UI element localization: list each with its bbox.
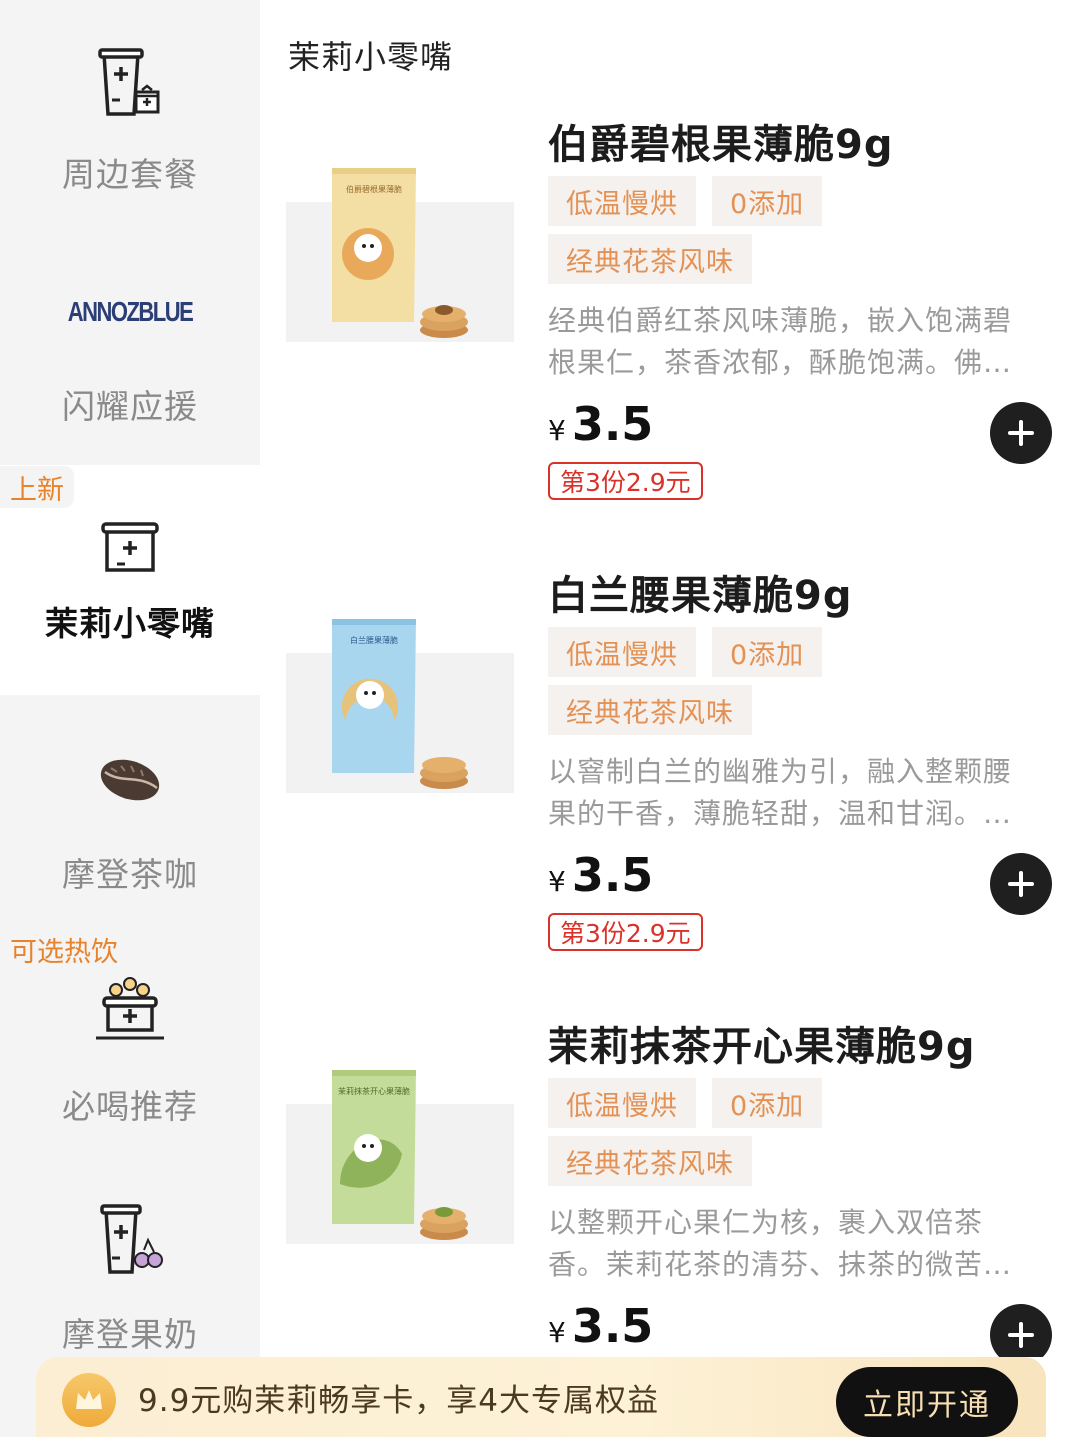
category-sidebar: 周边套餐 ANNOZBLUE 闪耀应援 茉莉小零嘴 上新 摩登茶咖 可选热饮 必… xyxy=(0,0,260,1437)
product-tag: 低温慢烘 xyxy=(548,1078,696,1128)
sidebar-item-label: 必喝推荐 xyxy=(62,1087,198,1126)
product-price: ¥ 3.5 xyxy=(548,1299,653,1353)
promo-badge: 第3份2.9元 xyxy=(548,462,703,500)
currency-symbol: ¥ xyxy=(548,1316,566,1349)
membership-banner[interactable]: 9.9元购茉莉畅享卡，享4大专属权益 立即开通 xyxy=(36,1357,1046,1437)
product-tag: 低温慢烘 xyxy=(548,627,696,677)
sidebar-item-label: 周边套餐 xyxy=(62,155,198,194)
description-line: 果的干香，薄脆轻甜，温和甘润。… xyxy=(548,797,1013,830)
product-tag: 0添加 xyxy=(712,176,823,226)
product-tag: 0添加 xyxy=(712,627,823,677)
plus-icon xyxy=(1008,1322,1034,1348)
package-label: 茉莉抹茶开心果薄脆 xyxy=(338,1086,410,1096)
description-line: 以窨制白兰的幽雅为引，融入整颗腰 xyxy=(548,755,1013,788)
product-image: 白兰腰果薄脆 xyxy=(286,613,514,793)
new-badge: 上新 xyxy=(0,466,74,508)
product-name: 白兰腰果薄脆9g xyxy=(548,573,853,619)
description-line: 根果仁，茶香浓郁，酥脆饱满。佛… xyxy=(548,346,1013,379)
sidebar-item-label: 摩登果奶 xyxy=(62,1315,198,1354)
add-to-cart-button[interactable] xyxy=(990,402,1052,464)
flower-cup-icon xyxy=(85,972,175,1052)
sidebar-item-label: 摩登茶咖 xyxy=(62,855,198,894)
product-price: ¥ 3.5 xyxy=(548,397,653,451)
sidebar-item-cheer-support[interactable]: ANNOZBLUE 闪耀应援 xyxy=(0,272,260,462)
product-card[interactable]: 茉莉抹茶开心果薄脆 茉莉抹茶开心果薄脆9g 低温慢烘 0添加 经典花茶风味 以整… xyxy=(286,1014,1066,1357)
add-to-cart-button[interactable] xyxy=(990,1304,1052,1357)
product-card[interactable]: 伯爵碧根果薄脆 伯爵碧根果薄脆9g 低温慢烘 0添加 经典花茶风味 经典伯爵红茶… xyxy=(286,112,1066,552)
product-name: 伯爵碧根果薄脆9g xyxy=(548,122,894,168)
activate-now-button[interactable]: 立即开通 xyxy=(836,1367,1018,1437)
product-tag: 经典花茶风味 xyxy=(548,685,752,735)
sidebar-item-modern-tea-coffee[interactable]: 摩登茶咖 xyxy=(0,740,260,920)
snack-bowl-icon xyxy=(85,507,175,587)
product-tag: 经典花茶风味 xyxy=(548,234,752,284)
product-image: 茉莉抹茶开心果薄脆 xyxy=(286,1064,514,1244)
product-tag: 0添加 xyxy=(712,1078,823,1128)
product-card[interactable]: 白兰腰果薄脆 白兰腰果薄脆9g 低温慢烘 0添加 经典花茶风味 以窨制白兰的幽雅… xyxy=(286,563,1066,1003)
sidebar-item-modern-fruit-milk[interactable]: 摩登果奶 xyxy=(0,1200,260,1360)
section-title: 茉莉小零嘴 xyxy=(288,38,454,76)
product-price: ¥ 3.5 xyxy=(548,848,653,902)
coffee-bean-icon xyxy=(85,740,175,820)
currency-symbol: ¥ xyxy=(548,865,566,898)
package-label: 伯爵碧根果薄脆 xyxy=(346,184,402,194)
plus-icon xyxy=(1008,420,1034,446)
price-value: 3.5 xyxy=(571,397,654,451)
plus-icon xyxy=(1008,871,1034,897)
description-line: 以整颗开心果仁为核，裹入双倍茶 xyxy=(548,1206,984,1239)
price-value: 3.5 xyxy=(571,848,654,902)
product-name: 茉莉抹茶开心果薄脆9g xyxy=(548,1024,976,1070)
product-description: 以窨制白兰的幽雅为引，融入整颗腰 果的干香，薄脆轻甜，温和甘润。… xyxy=(548,751,1038,835)
product-tag: 低温慢烘 xyxy=(548,176,696,226)
cup-gift-icon xyxy=(85,40,175,120)
membership-text: 9.9元购茉莉畅享卡，享4大专属权益 xyxy=(138,1383,660,1419)
description-line: 香。茉莉花茶的清芬、抹茶的微苦… xyxy=(548,1248,1013,1281)
description-line: 经典伯爵红茶风味薄脆，嵌入饱满碧 xyxy=(548,304,1013,337)
sidebar-item-label: 茉莉小零嘴 xyxy=(45,604,215,643)
promo-badge: 第3份2.9元 xyxy=(548,913,703,951)
sidebar-item-label: 闪耀应援 xyxy=(62,387,198,426)
package-label: 白兰腰果薄脆 xyxy=(350,635,398,645)
product-tag: 经典花茶风味 xyxy=(548,1136,752,1186)
cup-cherry-icon xyxy=(85,1200,175,1280)
currency-symbol: ¥ xyxy=(548,414,566,447)
hot-drink-badge: 可选热饮 xyxy=(0,928,128,970)
brand-logo: ANNOZBLUE xyxy=(68,272,194,352)
sidebar-item-must-drink[interactable]: 必喝推荐 xyxy=(0,972,260,1152)
product-description: 经典伯爵红茶风味薄脆，嵌入饱满碧 根果仁，茶香浓郁，酥脆饱满。佛… xyxy=(548,300,1038,384)
add-to-cart-button[interactable] xyxy=(990,853,1052,915)
product-image: 伯爵碧根果薄脆 xyxy=(286,162,514,342)
price-value: 3.5 xyxy=(571,1299,654,1353)
sidebar-item-accessory-set[interactable]: 周边套餐 xyxy=(0,40,260,230)
product-description: 以整颗开心果仁为核，裹入双倍茶 香。茉莉花茶的清芬、抹茶的微苦… xyxy=(548,1202,1038,1286)
crown-icon xyxy=(62,1373,116,1427)
brand-logo-text: ANNOZBLUE xyxy=(67,295,194,327)
